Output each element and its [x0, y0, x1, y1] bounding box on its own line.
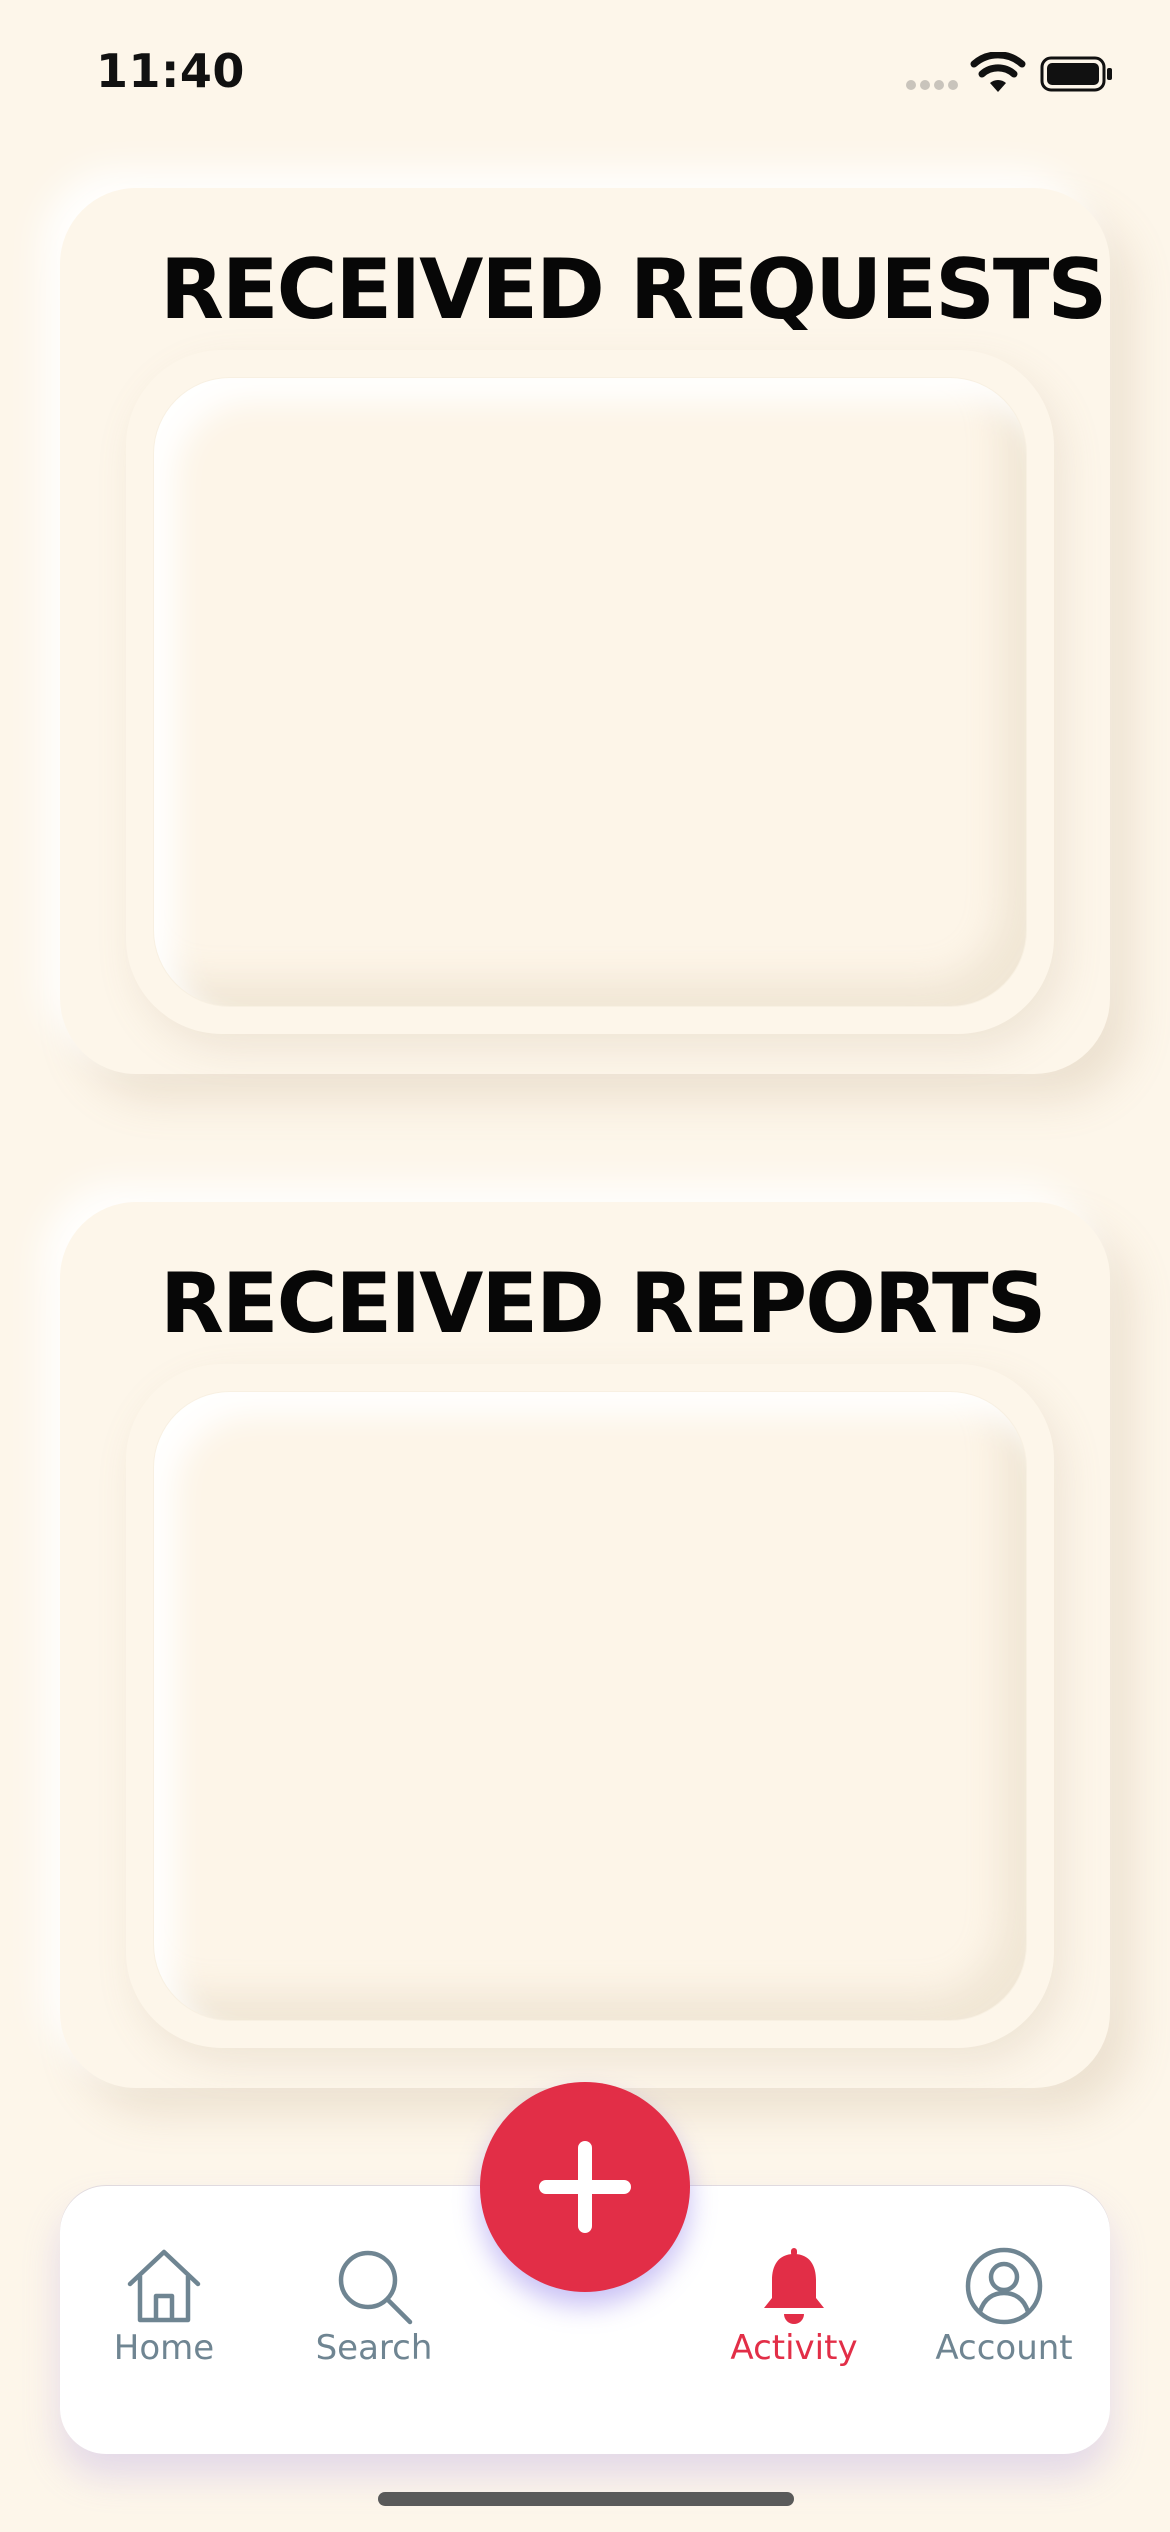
search-icon [338, 2250, 413, 2325]
received-reports-list[interactable] [154, 1392, 1026, 2020]
account-icon [965, 2247, 1043, 2325]
home-indicator[interactable] [378, 2492, 794, 2506]
status-bar: 11:40 [0, 0, 1170, 140]
tab-account[interactable]: Account [904, 2246, 1104, 2376]
received-reports-card: RECEIVED REPORTS [60, 1202, 1110, 2088]
signal-dots-icon [906, 80, 958, 92]
wifi-icon [970, 52, 1026, 92]
home-icon [127, 2249, 201, 2323]
tab-activity[interactable]: Activity [694, 2246, 894, 2376]
tab-search[interactable]: Search [274, 2246, 474, 2376]
bell-icon [764, 2248, 824, 2324]
tab-activity-label: Activity [730, 2328, 858, 2368]
received-requests-list[interactable] [154, 378, 1026, 1006]
tab-home-label: Home [113, 2328, 215, 2368]
received-requests-card: RECEIVED REQUESTS [60, 188, 1110, 1074]
tab-home[interactable]: Home [64, 2246, 264, 2376]
received-requests-title: RECEIVED REQUESTS [160, 241, 1107, 338]
tab-account-label: Account [935, 2328, 1073, 2368]
tab-search-label: Search [315, 2328, 433, 2368]
status-time: 11:40 [96, 44, 245, 98]
battery-icon [1040, 56, 1112, 92]
plus-icon [539, 2141, 631, 2233]
received-reports-title: RECEIVED REPORTS [160, 1255, 1046, 1352]
add-button[interactable] [480, 2082, 690, 2292]
